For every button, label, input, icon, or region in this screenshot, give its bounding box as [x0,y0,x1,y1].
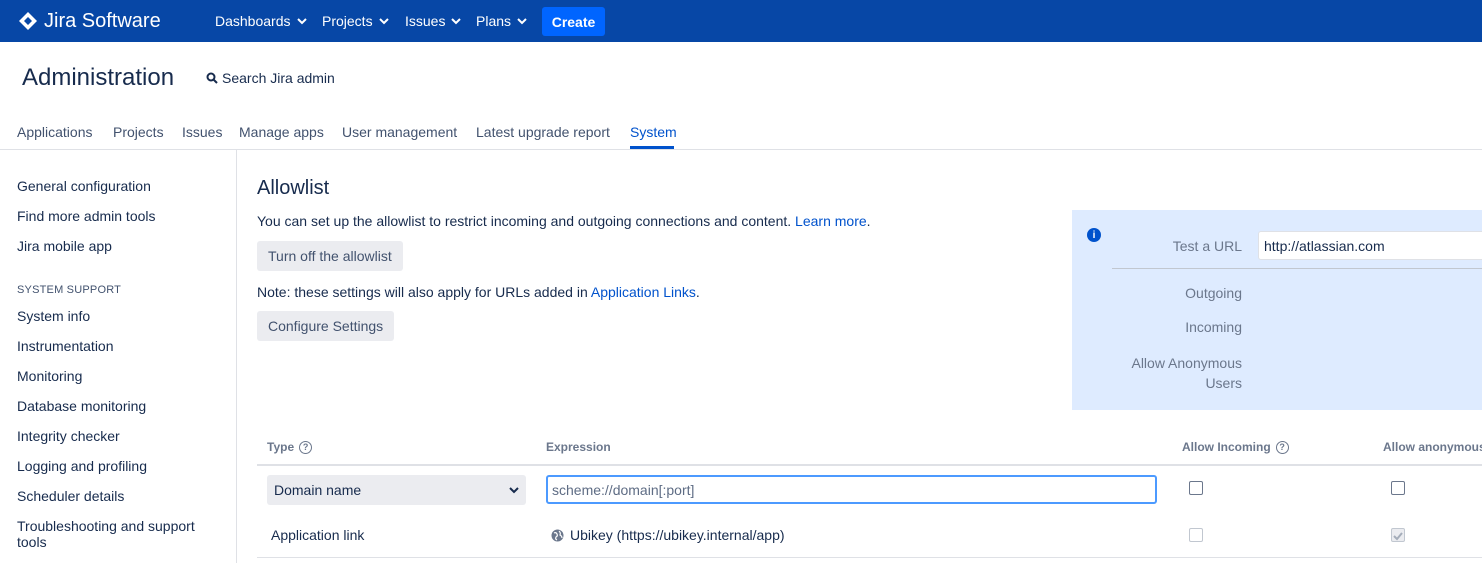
period: . [866,213,871,229]
sidebar-section-heading: SYSTEM SUPPORT [17,284,122,296]
allow-incoming-header-label: Allow Incoming [1182,440,1271,454]
allow-anonymous-label-line2: Users [1205,375,1242,391]
test-url-panel: i Test a URL http://atlassian.com Outgoi… [1072,210,1482,410]
sidebar-item-jira-mobile-app[interactable]: Jira mobile app [17,238,112,254]
nav-plans[interactable]: Plans [476,13,527,29]
row-type: Application link [271,527,365,543]
nav-issues-label: Issues [405,13,446,29]
sidebar-item-monitoring[interactable]: Monitoring [17,368,82,384]
nav-projects-label: Projects [322,13,373,29]
turn-off-allowlist-button[interactable]: Turn off the allowlist [257,241,403,271]
sidebar-item-scheduler-details[interactable]: Scheduler details [17,488,124,504]
app-name: Jira Software [44,9,161,32]
search-jira-admin[interactable]: Search Jira admin [206,70,335,86]
nav-projects[interactable]: Projects [322,13,389,29]
sidebar-item-integrity-checker[interactable]: Integrity checker [17,428,120,444]
chevron-down-icon [517,18,527,25]
sidebar-item-general-configuration[interactable]: General configuration [17,178,151,194]
row-expression-text: Ubikey (https://ubikey.internal/app) [570,527,785,543]
column-header-allow-incoming: Allow Incoming ? [1182,440,1289,454]
column-header-expression: Expression [546,440,611,454]
allowlist-description: You can set up the allowlist to restrict… [257,213,871,229]
active-tab-indicator [630,146,674,149]
tab-latest-upgrade-report[interactable]: Latest upgrade report [476,124,610,140]
incoming-label: Incoming [1185,319,1242,335]
nav-plans-label: Plans [476,13,512,29]
note-prefix: Note: these settings will also apply for… [257,284,588,300]
test-url-label: Test a URL [1172,238,1242,254]
chevron-down-icon [451,18,462,25]
nav-issues[interactable]: Issues [405,13,462,29]
expression-input[interactable]: scheme://domain[:port] [546,475,1157,504]
section-title: Allowlist [257,177,330,199]
type-select[interactable]: Domain name [267,475,526,505]
chevron-down-icon [296,18,307,25]
table-header-divider [257,464,1482,466]
outgoing-label: Outgoing [1185,285,1242,301]
allow-anonymous-checkbox[interactable] [1391,481,1405,495]
tab-system[interactable]: System [630,124,677,140]
learn-more-link[interactable]: Learn more [795,213,867,229]
help-icon[interactable]: ? [299,440,313,454]
sidebar-item-system-info[interactable]: System info [17,308,90,324]
help-icon[interactable]: ? [1275,440,1289,454]
note-text: Note: these settings will also apply for… [257,284,700,300]
panel-divider [1112,268,1482,269]
jira-diamond-icon [18,11,38,31]
sidebar: General configuration Find more admin to… [0,150,237,563]
column-header-type: Type ? [267,440,313,454]
top-navigation-bar: Jira Software Dashboards Projects Issues… [0,0,1482,42]
sidebar-item-database-monitoring[interactable]: Database monitoring [17,398,146,414]
description-text: You can set up the allowlist to restrict… [257,213,792,229]
row-expression: Ubikey (https://ubikey.internal/app) [551,527,785,543]
tab-applications[interactable]: Applications [17,124,93,140]
globe-icon [551,529,564,541]
search-icon [206,72,218,84]
period: . [695,284,700,300]
allow-incoming-checkbox[interactable] [1189,481,1203,495]
table-row-divider [257,557,1482,558]
type-header-label: Type [267,440,295,454]
nav-dashboards[interactable]: Dashboards [215,13,307,29]
admin-tabs: Applications Projects Issues Manage apps… [0,118,1482,150]
allow-anonymous-label-line1: Allow Anonymous [1131,355,1242,371]
test-url-input[interactable]: http://atlassian.com [1258,231,1482,260]
jira-logo[interactable]: Jira Software [18,9,161,33]
sidebar-item-logging-and-profiling[interactable]: Logging and profiling [17,458,147,474]
sidebar-item-troubleshooting[interactable]: Troubleshooting and support tools [17,518,217,550]
tab-issues[interactable]: Issues [182,124,222,140]
column-header-allow-anonymous: Allow anonymous [1383,440,1482,454]
checkmark-icon [1393,532,1403,541]
page-title: Administration [22,64,175,91]
type-select-value: Domain name [274,482,362,498]
sidebar-item-instrumentation[interactable]: Instrumentation [17,338,114,354]
allow-anonymous-users-label: Allow Anonymous Users [1102,353,1242,393]
application-links-link[interactable]: Application Links [591,284,696,300]
create-button[interactable]: Create [542,7,605,36]
info-icon: i [1087,228,1101,242]
tab-manage-apps[interactable]: Manage apps [239,124,324,140]
tab-user-management[interactable]: User management [342,124,457,140]
nav-dashboards-label: Dashboards [215,13,291,29]
row-allow-incoming-checkbox [1189,528,1203,542]
chevron-down-icon [509,487,519,494]
sidebar-item-find-more-admin-tools[interactable]: Find more admin tools [17,208,156,224]
chevron-down-icon [378,18,389,25]
search-jira-admin-label: Search Jira admin [222,70,335,86]
tab-projects[interactable]: Projects [113,124,164,140]
row-allow-anonymous-checkbox [1391,528,1405,542]
configure-settings-button[interactable]: Configure Settings [257,311,395,341]
